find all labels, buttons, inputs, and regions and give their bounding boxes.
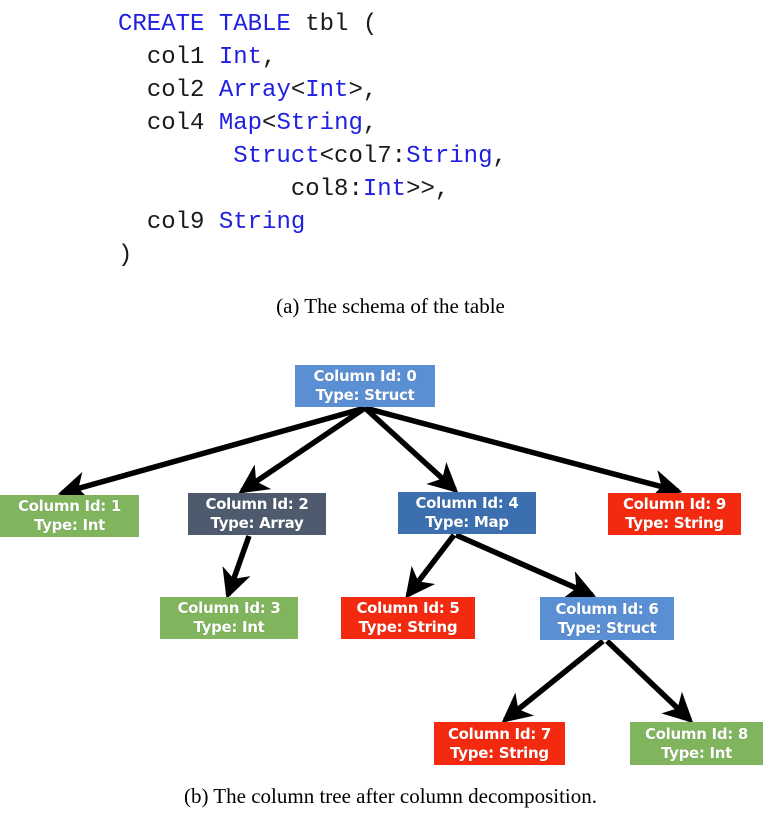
node-column-type: Type: String [358, 618, 458, 636]
code-token: Struct [233, 143, 320, 170]
node-column-type: Type: Map [425, 513, 509, 531]
node-column-id: Column Id: 4 [415, 494, 519, 512]
tree-edge-n2-n3 [222, 535, 252, 600]
node-column-id: Column Id: 0 [313, 367, 417, 385]
tree-node-n3: Column Id: 3 Type: Int [160, 597, 298, 639]
node-column-type: Type: String [450, 743, 549, 762]
code-token: col4 [146, 110, 219, 137]
tree-node-n5: Column Id: 5 Type: String [341, 597, 475, 639]
figure-caption-a: (a) The schema of the table [276, 294, 505, 318]
code-line: col8:Int>>, [118, 173, 507, 206]
tree-node-n6: Column Id: 6 Type: Struct [540, 597, 674, 640]
code-token: col8: [290, 176, 363, 203]
code-token: < [290, 77, 306, 104]
code-token: col9 [146, 209, 219, 236]
column-tree-diagram: Column Id: 0 Type: Struct Column Id: 1 Type… [0, 330, 781, 780]
code-token: < [262, 110, 277, 137]
code-line: col9 String [118, 206, 507, 239]
node-column-type: Type: Int [193, 618, 265, 636]
code-token: Int [305, 77, 349, 104]
code-token: ) [118, 242, 133, 269]
tree-node-n0: Column Id: 0 Type: Struct [295, 365, 435, 407]
node-column-type: Type: Int [33, 516, 106, 534]
node-column-id: Column Id: 7 [447, 724, 552, 743]
node-column-type: Type: Array [210, 514, 304, 532]
tree-edge-n0-n2 [238, 405, 367, 494]
node-column-type: Type: String [625, 514, 724, 532]
code-token: Int [218, 44, 263, 71]
code-token: , [492, 143, 507, 170]
node-column-id: Column Id: 2 [205, 495, 309, 513]
code-line: Struct<col7:String, [118, 140, 507, 173]
code-line: col1 Int, [118, 41, 507, 74]
node-column-id: Column Id: 3 [177, 599, 281, 617]
tree-node-n4: Column Id: 4 Type: Map [398, 492, 536, 534]
tree-node-n7: Column Id: 7 Type: String [434, 722, 565, 765]
code-token: Map [218, 110, 263, 137]
code-token: String [218, 209, 306, 236]
code-line: col4 Map<String, [118, 107, 507, 140]
code-token: Int [362, 176, 407, 203]
code-token: Array [218, 77, 291, 104]
tree-node-n9: Column Id: 9 Type: String [608, 493, 741, 535]
tree-node-n8: Column Id: 8 Type: Int [630, 722, 763, 765]
node-column-id: Column Id: 9 [622, 495, 727, 513]
tree-edge-n6-n7 [501, 638, 605, 723]
code-token: col1 [146, 44, 219, 71]
node-column-id: Column Id: 1 [17, 497, 122, 515]
code-token: , [362, 110, 378, 137]
tree-node-n1: Column Id: 1 Type: Int [0, 495, 139, 537]
code-token: <col7: [319, 143, 407, 170]
node-column-id: Column Id: 5 [356, 599, 460, 617]
code-token: >, [348, 77, 378, 104]
code-line: CREATE TABLE tbl ( [118, 8, 507, 41]
node-column-id: Column Id: 8 [644, 724, 749, 743]
node-column-id: Column Id: 6 [555, 599, 659, 618]
code-token: tbl ( [305, 11, 378, 38]
node-column-type: Type: Struct [557, 618, 657, 637]
code-token: col2 [146, 77, 219, 104]
tree-edge-n4-n5 [405, 533, 457, 599]
code-token: String [406, 143, 493, 170]
figure-caption-b: (b) The column tree after column decompo… [183, 784, 598, 808]
tree-edge-n0-n1 [57, 405, 366, 501]
sql-schema-code: CREATE TABLE tbl ( col1 Int, col2 Array<… [118, 8, 507, 272]
node-column-type: Type: Struct [315, 386, 415, 404]
node-column-type: Type: Int [660, 743, 733, 762]
code-token: CREATE TABLE [118, 11, 306, 38]
tree-edge-n4-n6 [454, 532, 597, 599]
tree-edge-n6-n8 [605, 639, 694, 724]
figure-page: CREATE TABLE tbl ( col1 Int, col2 Array<… [0, 0, 781, 815]
code-token: String [276, 110, 363, 137]
code-token: >>, [406, 176, 450, 203]
tree-node-n2: Column Id: 2 Type: Array [188, 493, 326, 535]
tree-edge-group [57, 405, 694, 724]
code-line: ) [118, 239, 507, 272]
code-token: , [262, 44, 277, 71]
code-line: col2 Array<Int>, [118, 74, 507, 107]
